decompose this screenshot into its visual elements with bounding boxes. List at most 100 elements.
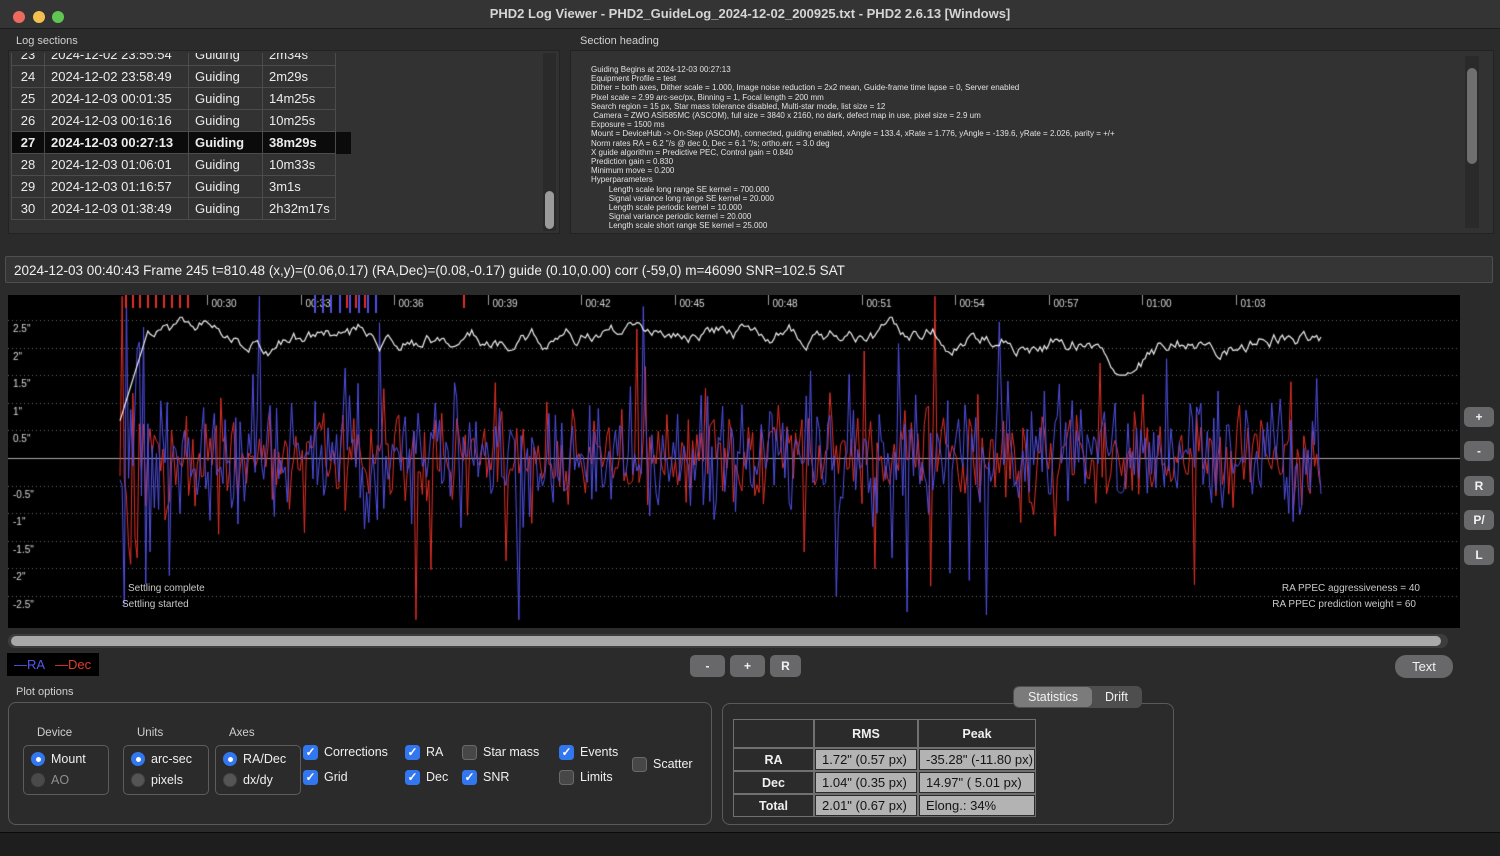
heading-line: Length scale periodic kernel = 10.000 (591, 203, 1451, 212)
vscale-plus-button[interactable]: + (1464, 407, 1494, 427)
log-sections-label: Log sections (16, 35, 78, 47)
checkbox-label: Corrections (324, 745, 388, 759)
hzoom-reset-button[interactable]: R (770, 655, 801, 677)
checkbox-label: Events (580, 745, 618, 759)
log-cell-type: Guiding (189, 66, 263, 88)
radio-button-icon[interactable] (223, 752, 237, 766)
tab-drift[interactable]: Drift (1092, 687, 1141, 707)
hzoom-plus-button[interactable]: + (730, 655, 765, 677)
log-cell-date: 2024-12-02 23:55:54 (45, 53, 189, 66)
annotation-settling-complete: Settling complete (128, 583, 205, 594)
log-cell-type: Guiding (189, 88, 263, 110)
checkbox-dec[interactable]: Dec (405, 769, 448, 785)
checkbox-icon[interactable] (303, 745, 318, 760)
chart-legend: —RA —Dec (7, 653, 99, 676)
radio-label: pixels (151, 773, 183, 787)
radio-dx-dy[interactable]: dx/dy (223, 772, 273, 788)
vscale-minus-button[interactable]: - (1464, 441, 1494, 461)
log-cell-date: 2024-12-03 00:16:16 (45, 110, 189, 132)
log-sections-panel: 232024-12-02 23:55:54Guiding2m34s242024-… (8, 50, 560, 234)
checkbox-icon[interactable] (405, 745, 420, 760)
chart-hscrollbar-track[interactable] (8, 634, 1448, 648)
log-scrollbar-thumb[interactable] (545, 191, 554, 229)
checkbox-scatter[interactable]: Scatter (632, 756, 693, 772)
radio-arc-sec[interactable]: arc-sec (131, 751, 192, 767)
radio-button-icon[interactable] (131, 773, 145, 787)
log-cell-type: Guiding (189, 198, 263, 220)
radio-group-units: arc-sec pixels (123, 745, 209, 795)
checkbox-icon[interactable] (559, 745, 574, 760)
checkbox-snr[interactable]: SNR (462, 769, 509, 785)
radio-ra-dec[interactable]: RA/Dec (223, 751, 286, 767)
log-section-row[interactable]: 242024-12-02 23:58:49Guiding2m29s (11, 66, 351, 88)
radio-button-icon[interactable] (31, 773, 45, 787)
radio-button-icon[interactable] (131, 752, 145, 766)
tab-statistics[interactable]: Statistics (1014, 687, 1092, 707)
checkbox-icon[interactable] (462, 745, 477, 760)
radio-button-icon[interactable] (31, 752, 45, 766)
vscale-reset-button[interactable]: R (1464, 476, 1494, 496)
log-section-row[interactable]: 232024-12-02 23:55:54Guiding2m34s (11, 53, 351, 66)
stats-row-label-total: Total (733, 794, 814, 817)
heading-line: Signal variance periodic kernel = 20.000 (591, 212, 1451, 221)
lock-button[interactable]: L (1464, 545, 1494, 565)
radio-label: dx/dy (243, 773, 273, 787)
log-section-row[interactable]: 282024-12-03 01:06:01Guiding10m33s (11, 154, 351, 176)
radio-group-device: Mount AO (23, 745, 109, 795)
guide-chart-area: Settling complete Settling started RA PP… (8, 295, 1460, 628)
legend-dec: —Dec (55, 657, 91, 672)
log-cell-dur: 38m29s (263, 132, 336, 154)
log-section-row[interactable]: 302024-12-03 01:38:49Guiding2h32m17s (11, 198, 351, 220)
log-section-row[interactable]: 292024-12-03 01:16:57Guiding3m1s (11, 176, 351, 198)
heading-line: Minimum move = 0.200 (591, 166, 1451, 175)
pixels-arcsec-toggle-button[interactable]: P/ (1464, 510, 1494, 530)
checkbox-limits[interactable]: Limits (559, 769, 613, 785)
stats-dec-rms: 1.04" (0.35 px) (814, 771, 918, 794)
log-section-row[interactable]: 272024-12-03 00:27:13Guiding38m29s (11, 132, 351, 154)
checkbox-ra[interactable]: RA (405, 744, 443, 760)
phd2-log-viewer-window: PHD2 Log Viewer - PHD2_GuideLog_2024-12-… (0, 0, 1500, 856)
radio-mount[interactable]: Mount (31, 751, 86, 767)
chart-hscrollbar-thumb[interactable] (11, 636, 1441, 646)
checkbox-events[interactable]: Events (559, 744, 618, 760)
checkbox-icon[interactable] (559, 770, 574, 785)
log-cell-dur: 10m25s (263, 110, 336, 132)
checkbox-icon[interactable] (632, 757, 647, 772)
annotation-ppec-weight: RA PPEC prediction weight = 60 (1272, 599, 1416, 610)
heading-line: Hyperparameters (591, 175, 1451, 184)
guide-chart-canvas[interactable] (8, 295, 1460, 628)
heading-line: Camera = ZWO ASI585MC (ASCOM), full size… (591, 111, 1451, 120)
checkbox-label: SNR (483, 770, 509, 784)
window-title: PHD2 Log Viewer - PHD2_GuideLog_2024-12-… (0, 0, 1500, 28)
checkbox-icon[interactable] (462, 770, 477, 785)
section-heading-panel: Guiding Begins at 2024-12-03 00:27:13Equ… (570, 50, 1494, 234)
radio-ao[interactable]: AO (31, 772, 69, 788)
heading-scrollbar-track[interactable] (1465, 56, 1479, 228)
checkbox-label: Star mass (483, 745, 539, 759)
log-cell-dur: 2m34s (263, 53, 336, 66)
log-section-row[interactable]: 252024-12-03 00:01:35Guiding14m25s (11, 88, 351, 110)
log-scrollbar-track[interactable] (543, 53, 556, 231)
log-cell-type: Guiding (189, 53, 263, 66)
log-cell-num: 23 (11, 53, 45, 66)
checkbox-label: Dec (426, 770, 448, 784)
checkbox-grid[interactable]: Grid (303, 769, 348, 785)
window-titlebar: PHD2 Log Viewer - PHD2_GuideLog_2024-12-… (0, 0, 1500, 29)
log-section-row[interactable]: 262024-12-03 00:16:16Guiding10m25s (11, 110, 351, 132)
checkbox-icon[interactable] (303, 770, 318, 785)
heading-line: Signal variance long range SE kernel = 2… (591, 194, 1451, 203)
checkbox-corrections[interactable]: Corrections (303, 744, 388, 760)
radio-button-icon[interactable] (223, 773, 237, 787)
checkbox-icon[interactable] (405, 770, 420, 785)
checkbox-star-mass[interactable]: Star mass (462, 744, 539, 760)
stats-header-peak: Peak (918, 719, 1036, 748)
log-cell-type: Guiding (189, 132, 263, 154)
log-cell-dur: 2h32m17s (263, 198, 336, 220)
heading-scrollbar-thumb[interactable] (1467, 68, 1477, 164)
hzoom-minus-button[interactable]: - (690, 655, 725, 677)
log-cell-dur: 2m29s (263, 66, 336, 88)
text-view-button[interactable]: Text (1395, 655, 1453, 678)
log-cell-num: 25 (11, 88, 45, 110)
radio-pixels[interactable]: pixels (131, 772, 183, 788)
log-table: 232024-12-02 23:55:54Guiding2m34s242024-… (11, 53, 351, 229)
